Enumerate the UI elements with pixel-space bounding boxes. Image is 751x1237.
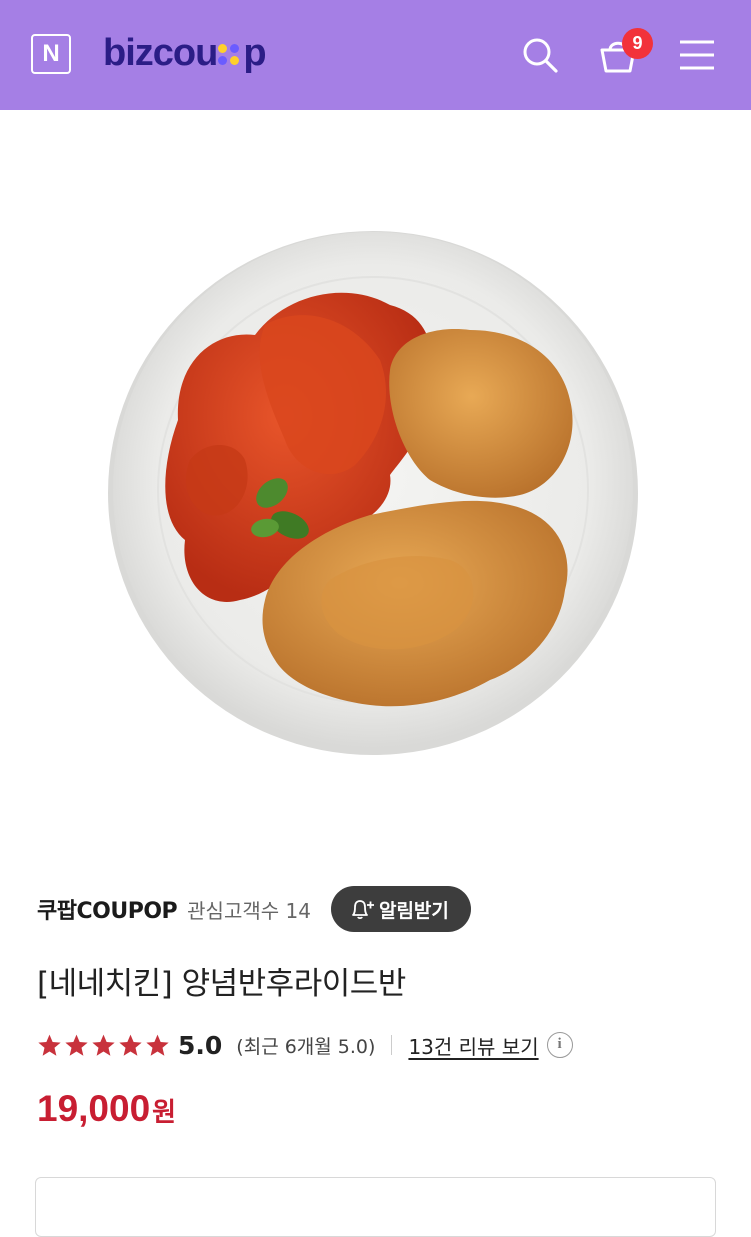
hamburger-menu-icon <box>680 40 714 70</box>
price-row: 19,000 원 <box>37 1088 176 1136</box>
seller-name[interactable]: 쿠팝COUPOP <box>37 893 178 925</box>
star-icon <box>92 1034 115 1056</box>
rating-score: 5.0 <box>178 1030 223 1060</box>
menu-button[interactable] <box>673 30 721 80</box>
product-title: [네네치킨] 양념반후라이드반 <box>37 966 406 1002</box>
rating-row: 5.0 (최근 6개월 5.0) 13건 리뷰 보기 i <box>37 1027 573 1063</box>
star-rating <box>37 1033 170 1058</box>
star-icon <box>65 1034 88 1056</box>
price-currency: 원 <box>152 1098 177 1128</box>
brand-text-part-2: p <box>243 32 266 74</box>
brand-dots-o <box>218 44 242 68</box>
notify-button[interactable]: 알림받기 <box>330 886 471 932</box>
cart-count-badge: 9 <box>622 28 653 59</box>
notify-button-label: 알림받기 <box>378 899 449 922</box>
star-icon <box>119 1034 142 1056</box>
search-button[interactable] <box>516 30 564 80</box>
star-icon <box>146 1034 169 1056</box>
price-value: 19,000 <box>37 1088 151 1129</box>
review-link[interactable]: 13건 리뷰 보기 <box>408 1031 538 1060</box>
followers-count: 관심고객수 14 <box>187 898 311 923</box>
product-image[interactable] <box>0 110 751 855</box>
top-navigation-bar: N bizcou p 9 <box>0 0 751 110</box>
seller-row: 쿠팝COUPOP 관심고객수 14 알림받기 <box>37 886 471 932</box>
recent-rating: (최근 6개월 5.0) <box>236 1035 376 1058</box>
info-icon[interactable]: i <box>546 1032 573 1058</box>
fried-chicken-plate-image <box>108 231 638 755</box>
star-icon <box>38 1034 61 1056</box>
divider <box>391 1035 393 1055</box>
bizcoupop-logo[interactable]: bizcou p <box>103 28 267 78</box>
bell-plus-icon <box>352 900 374 920</box>
brand-text-part-1: bizcou <box>103 32 218 74</box>
n-logo-button[interactable]: N <box>31 34 71 74</box>
option-select-box[interactable] <box>35 1177 716 1237</box>
search-icon <box>523 38 558 73</box>
